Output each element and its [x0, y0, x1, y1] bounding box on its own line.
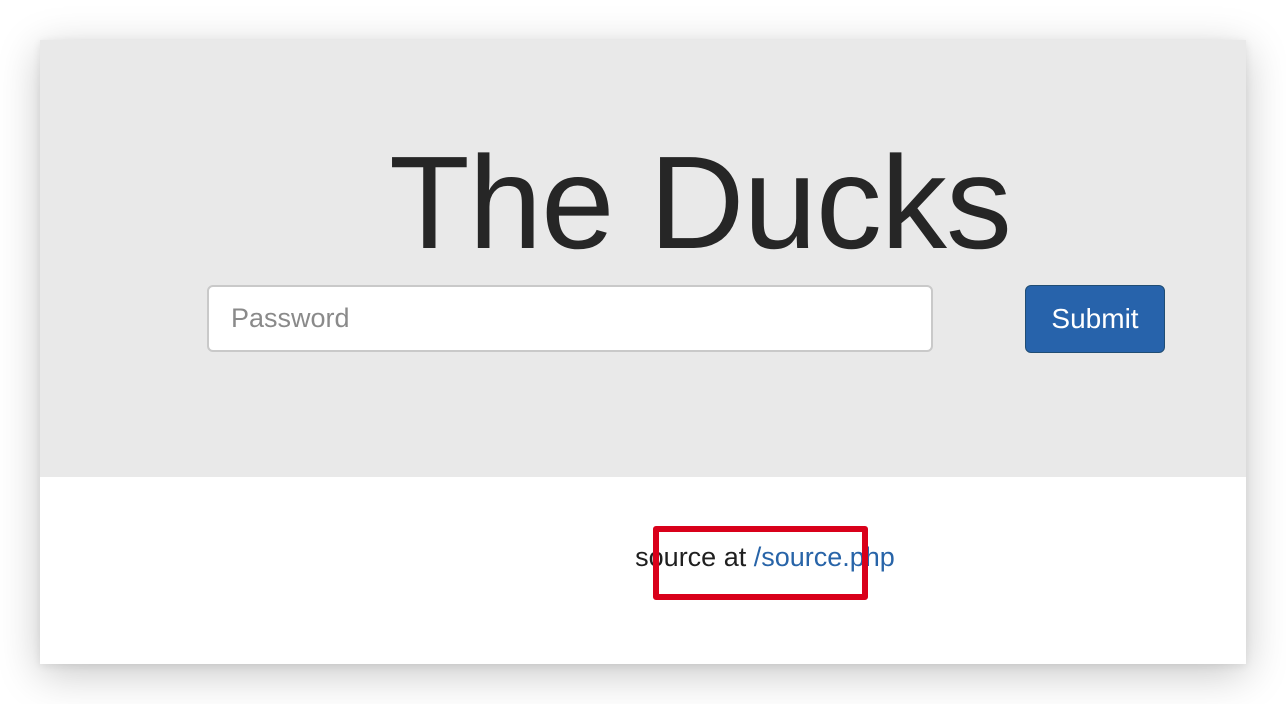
source-link[interactable]: /source.php [754, 542, 895, 572]
source-line: source at /source.php [40, 540, 1246, 574]
browser-page: The Ducks Submit source at /source.php [40, 40, 1246, 664]
source-prefix-text: source at [635, 542, 747, 572]
submit-button[interactable]: Submit [1025, 285, 1165, 353]
jumbotron: The Ducks Submit [40, 40, 1246, 477]
page-title: The Ducks [389, 129, 1012, 276]
password-input[interactable] [207, 285, 933, 352]
